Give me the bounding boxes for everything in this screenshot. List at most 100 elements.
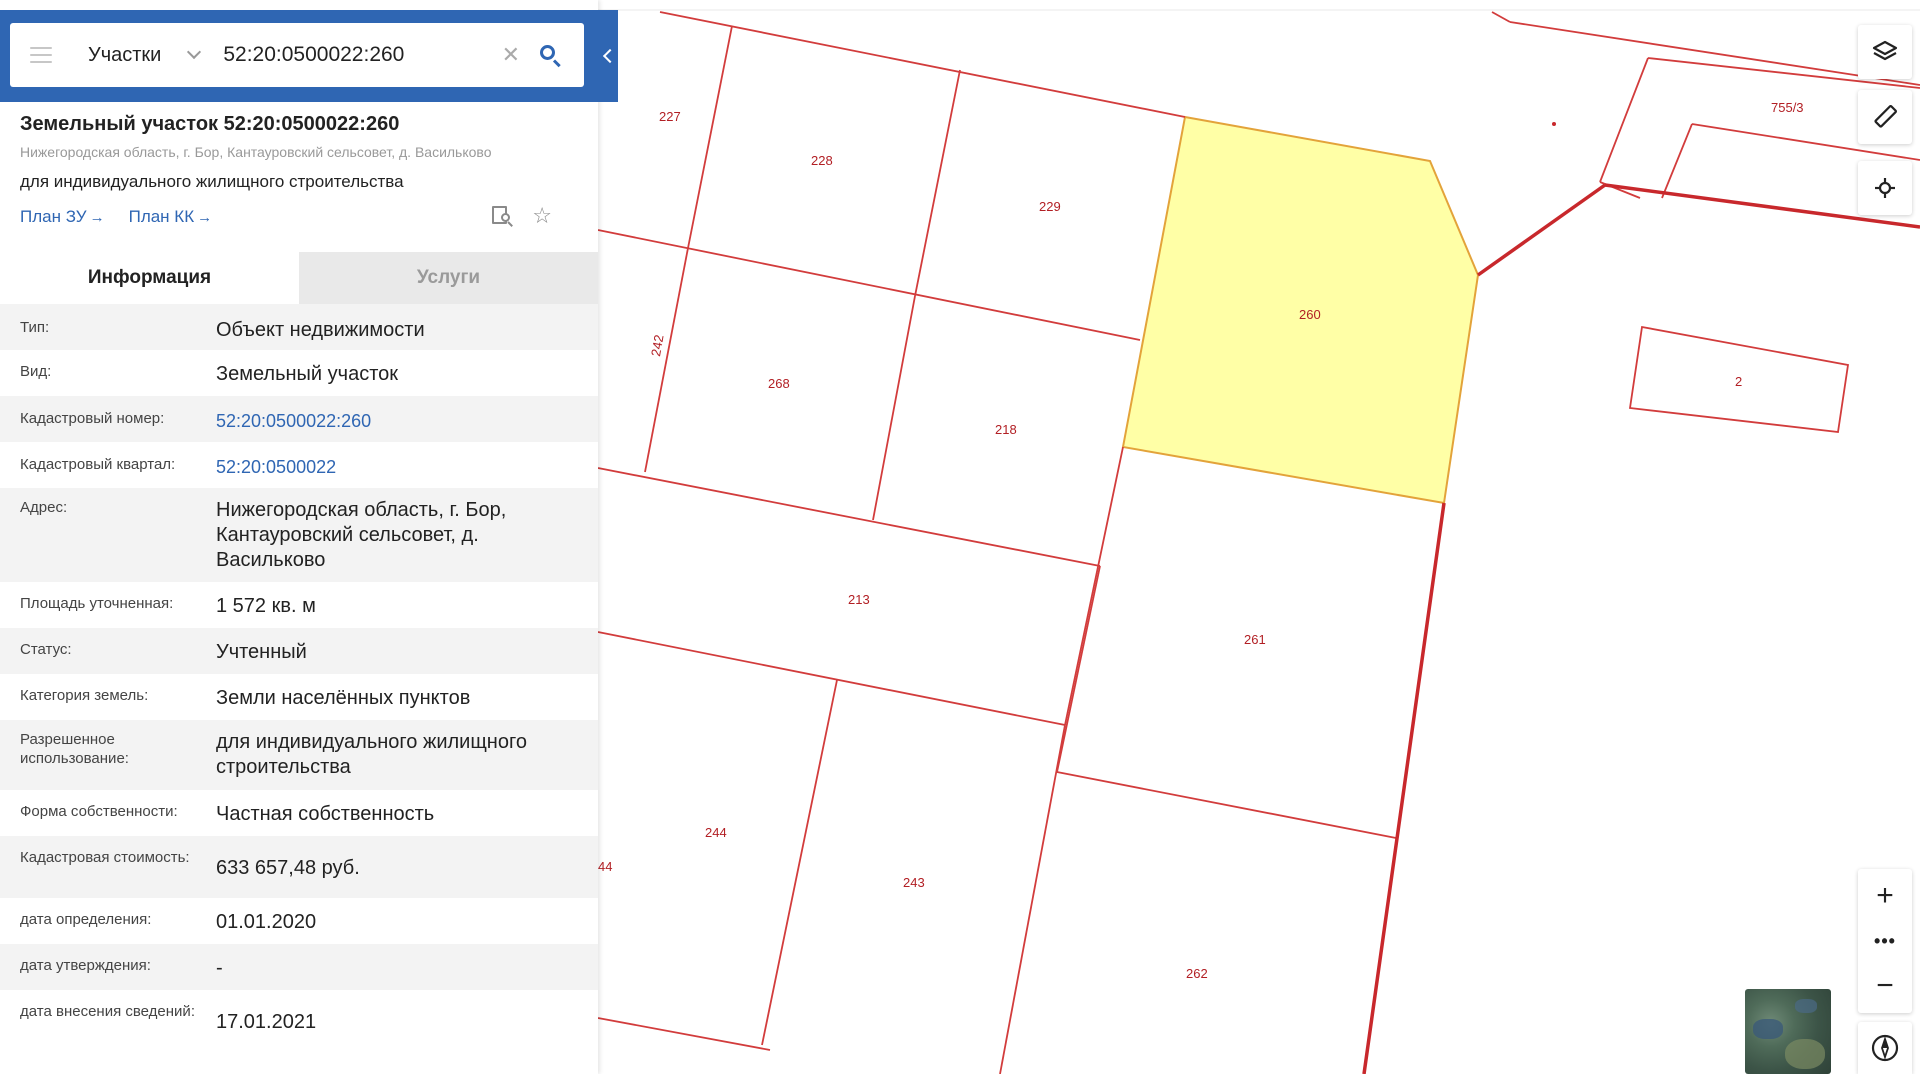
more-options-button[interactable]: •••: [1858, 923, 1912, 959]
attr-value: Объект недвижимости: [216, 319, 425, 341]
tab-info[interactable]: Информация: [0, 252, 299, 304]
attr-row-type: Тип: Объект недвижимости: [0, 304, 598, 350]
attr-value: 01.01.2020: [216, 911, 317, 933]
attr-key: Площадь уточненная:: [20, 595, 174, 612]
locate-icon: [1875, 178, 1895, 198]
attr-key: Тип:: [20, 319, 50, 336]
compass-button[interactable]: [1858, 1022, 1912, 1074]
attr-key: Статус:: [20, 641, 72, 658]
tab-services[interactable]: Услуги: [299, 252, 598, 304]
parcel-label-244: 244: [705, 825, 727, 840]
minimap-land: [1785, 1039, 1825, 1069]
attr-key: дата внесения сведений:: [20, 1003, 195, 1020]
attr-key: Адрес:: [20, 499, 68, 516]
compass-icon: [1871, 1034, 1899, 1062]
clear-icon[interactable]: ✕: [502, 42, 520, 68]
attr-row-ownership: Форма собственности: Частная собственнос…: [0, 790, 598, 836]
object-title: Земельный участок 52:20:0500022:260: [20, 113, 400, 135]
parcel-label-262: 262: [1186, 966, 1208, 981]
search-icon[interactable]: [538, 43, 562, 68]
attr-value: Земли населённых пунктов: [216, 687, 471, 709]
attr-row-address: Адрес: Нижегородская область, г. Бор, Ка…: [0, 488, 598, 582]
minimap-water: [1795, 999, 1817, 1013]
menu-icon[interactable]: [30, 47, 52, 63]
parcel-label-229: 229: [1039, 199, 1061, 214]
plan-zu-link[interactable]: План ЗУ →: [20, 207, 105, 227]
parcel-label-268: 268: [768, 376, 790, 391]
attr-key: дата утверждения:: [20, 957, 151, 974]
attr-row-date-entered: дата внесения сведений: 17.01.2021: [0, 990, 598, 1052]
parcel-label-261: 261: [1244, 632, 1266, 647]
parcel-label-227: 227: [659, 109, 681, 124]
attr-value: 633 657,48 руб.: [216, 857, 360, 879]
attr-value: Нижегородская область, г. Бор, Кантауров…: [216, 499, 507, 571]
minimap-water: [1753, 1019, 1783, 1039]
collapse-panel-button[interactable]: [598, 10, 618, 102]
attr-key: Категория земель:: [20, 687, 149, 704]
layers-icon: [1872, 40, 1898, 61]
chevron-down-icon[interactable]: [187, 44, 202, 60]
attr-value: 17.01.2021: [216, 1011, 317, 1033]
zoom-controls: + ••• −: [1858, 869, 1912, 1013]
attr-row-area: Площадь уточненная: 1 572 кв. м: [0, 582, 598, 628]
search-input[interactable]: [223, 43, 502, 67]
search-bar: Участки ✕: [10, 23, 584, 87]
map-point-marker: [1552, 122, 1556, 126]
attr-row-cadastral-quarter: Кадастровый квартал: 52:20:0500022: [0, 442, 598, 488]
cadastral-number-link[interactable]: 52:20:0500022:260: [216, 409, 578, 434]
attr-row-date-approved: дата утверждения: -: [0, 944, 598, 990]
parcel-label-2: 2: [1735, 374, 1742, 389]
arrow-right-icon: →: [89, 209, 105, 226]
search-header: Участки ✕: [0, 10, 598, 102]
satellite-minimap[interactable]: [1745, 989, 1831, 1074]
layers-button[interactable]: [1858, 25, 1912, 79]
attr-row-land-category: Категория земель: Земли населённых пункт…: [0, 674, 598, 720]
document-search-icon[interactable]: [492, 206, 514, 227]
attr-row-cadastral-number: Кадастровый номер: 52:20:0500022:260: [0, 396, 598, 442]
parcel-label-242: 242: [648, 334, 667, 358]
attr-value: -: [216, 957, 223, 979]
attributes-table: Тип: Объект недвижимости Вид: Земельный …: [0, 304, 598, 1052]
attr-value: Частная собственность: [216, 803, 435, 825]
attr-key: Форма собственности:: [20, 803, 178, 820]
attr-value: Земельный участок: [216, 363, 399, 385]
parcel-label-755-3: 755/3: [1771, 100, 1804, 115]
arrow-right-icon: →: [197, 209, 213, 226]
attr-key: Разрешенное использование:: [20, 731, 129, 767]
ruler-icon: [1874, 105, 1897, 128]
attr-key: Кадастровая стоимость:: [20, 849, 190, 866]
object-header: Земельный участок 52:20:0500022:260 Ниже…: [0, 102, 598, 228]
attr-row-cadastral-value: Кадастровая стоимость: 633 657,48 руб.: [0, 836, 598, 898]
attr-key: Кадастровый номер:: [20, 410, 165, 427]
attr-key: дата определения:: [20, 911, 152, 928]
parcel-label-218: 218: [995, 422, 1017, 437]
zoom-out-button[interactable]: −: [1858, 959, 1912, 1013]
attr-key: Вид:: [20, 363, 52, 380]
chevron-left-icon: [602, 48, 618, 64]
locate-button[interactable]: [1858, 161, 1912, 215]
zoom-in-button[interactable]: +: [1858, 869, 1912, 923]
parcel-label-44: 44: [598, 859, 612, 874]
search-type-select[interactable]: Участки: [88, 44, 161, 67]
cadastral-quarter-link[interactable]: 52:20:0500022: [216, 455, 578, 480]
star-icon[interactable]: ☆: [532, 205, 552, 227]
attr-row-date-determined: дата определения: 01.01.2020: [0, 898, 598, 944]
plan-kk-link[interactable]: План КК →: [129, 207, 213, 227]
attr-row-status: Статус: Учтенный: [0, 628, 598, 674]
info-panel: Участки ✕ Земельный участок 52:20:050002…: [0, 0, 598, 1074]
parcel-label-260: 260: [1299, 307, 1321, 322]
attr-key: Кадастровый квартал:: [20, 456, 176, 473]
ruler-button[interactable]: [1858, 90, 1912, 144]
plan-links: План ЗУ → План КК → ☆: [20, 205, 578, 228]
object-purpose: для индивидуального жилищного строительс…: [20, 172, 404, 191]
panel-tabs: Информация Услуги: [0, 252, 598, 304]
parcel-label-228: 228: [811, 153, 833, 168]
attr-value: для индивидуального жилищного строительс…: [216, 731, 527, 778]
object-address: Нижегородская область, г. Бор, Кантауров…: [20, 144, 492, 160]
attr-row-permitted-use: Разрешенное использование: для индивидуа…: [0, 720, 598, 790]
parcel-label-243: 243: [903, 875, 925, 890]
parcel-label-213: 213: [848, 592, 870, 607]
attr-value: Учтенный: [216, 641, 307, 663]
attr-value: 1 572 кв. м: [216, 595, 316, 617]
attr-row-kind: Вид: Земельный участок: [0, 350, 598, 396]
